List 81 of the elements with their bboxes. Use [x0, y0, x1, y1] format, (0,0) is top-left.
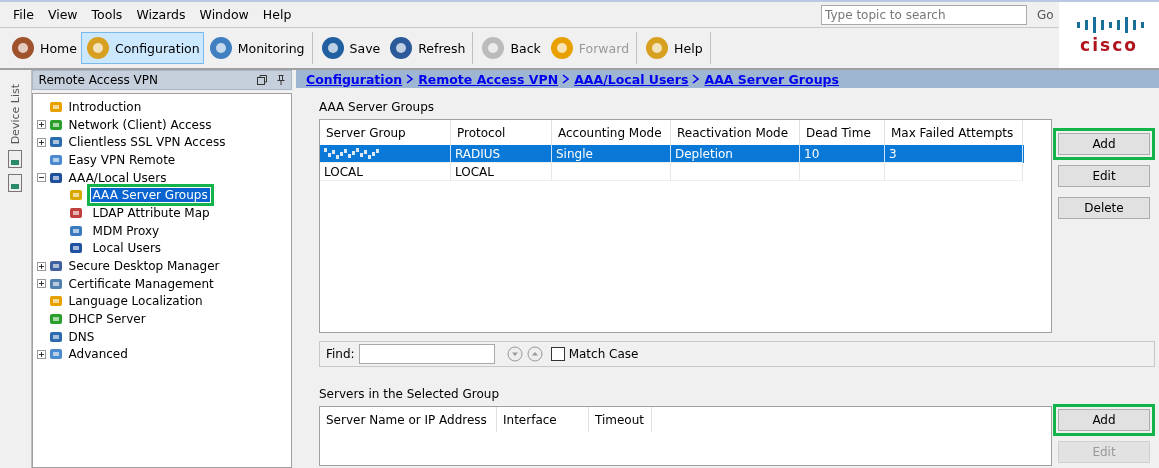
action-button[interactable]: Delete: [1058, 197, 1150, 220]
table-cell: RADIUS: [455, 146, 501, 161]
tree-item[interactable]: MDM Proxy: [90, 223, 162, 238]
checkbox-label: Match Case: [568, 347, 639, 362]
menu-item[interactable]: Help: [255, 7, 299, 22]
expand-toggle[interactable]: [36, 120, 46, 130]
tree-item[interactable]: Local Users: [90, 241, 164, 256]
chevron-icon: [562, 74, 571, 85]
table-cell: Single: [556, 146, 593, 161]
expand-toggle[interactable]: [36, 137, 46, 147]
toolbar-button[interactable]: Refresh: [384, 32, 470, 64]
find-label: Find:: [326, 347, 355, 362]
toolbar-button[interactable]: Help: [640, 32, 707, 64]
tree-item[interactable]: LDAP Attribute Map: [90, 205, 212, 220]
menu-item[interactable]: Tools: [84, 7, 130, 22]
tool-icon: [548, 35, 575, 61]
menu-item[interactable]: View: [40, 7, 85, 22]
tool-icon: [644, 35, 671, 61]
restore-icon[interactable]: [257, 75, 267, 85]
table-row[interactable]: RADIUS Single Depletion 10 3: [320, 145, 1024, 164]
column-header[interactable]: Server Name or IP Address: [320, 407, 497, 432]
breadcrumb-link[interactable]: Remote Access VPN: [418, 71, 559, 87]
device-list-tab[interactable]: Device List: [8, 84, 22, 145]
tree-item[interactable]: DHCP Server: [66, 312, 148, 327]
column-header[interactable]: Interface: [497, 407, 589, 432]
expand-toggle[interactable]: [36, 173, 46, 183]
action-button[interactable]: Add: [1058, 133, 1150, 156]
panel-title: Remote Access VPN: [38, 73, 159, 87]
menu-item[interactable]: File: [6, 7, 41, 22]
tree-item[interactable]: Advanced: [66, 347, 130, 362]
go-button[interactable]: Go: [1031, 6, 1059, 23]
breadcrumb-link[interactable]: Configuration: [306, 71, 403, 87]
tool-icon: [480, 35, 507, 61]
table-cell: 10: [804, 146, 820, 161]
section-title: AAA Server Groups: [319, 100, 436, 115]
tree-item[interactable]: Secure Desktop Manager: [66, 259, 222, 274]
tree-item[interactable]: AAA/Local Users: [66, 170, 169, 185]
match-case-checkbox[interactable]: [550, 347, 565, 362]
tool-icon: [84, 35, 111, 61]
logo-text: cisco: [1080, 35, 1138, 55]
find-field[interactable]: [358, 344, 495, 365]
table-cell: Depletion: [675, 146, 733, 161]
pin-icon[interactable]: [277, 75, 285, 85]
section-title: Servers in the Selected Group: [319, 387, 501, 401]
expand-toggle[interactable]: [36, 279, 46, 289]
tree-item[interactable]: Certificate Management: [66, 276, 216, 291]
table-cell: LOCAL: [324, 164, 363, 179]
toolbar-button[interactable]: Save: [315, 32, 385, 64]
tree-item[interactable]: AAA Server Groups: [90, 188, 210, 203]
toolbar-button[interactable]: Back: [476, 32, 545, 64]
tree-item[interactable]: DNS: [66, 329, 97, 344]
device-icon: [8, 150, 23, 169]
action-button[interactable]: Edit: [1058, 165, 1150, 188]
menu-item[interactable]: Window: [192, 7, 256, 22]
chevron-icon: [406, 74, 415, 85]
device-icon: [8, 174, 23, 193]
column-header[interactable]: Timeout: [589, 407, 652, 432]
expand-toggle[interactable]: [36, 261, 46, 271]
tool-icon: [319, 35, 346, 61]
table-cell: 3: [889, 146, 897, 161]
toolbar-button[interactable]: Home: [6, 32, 81, 64]
toolbar-button[interactable]: Configuration: [80, 32, 204, 64]
search-field[interactable]: Type topic to search: [821, 4, 1027, 25]
tool-icon: [10, 35, 36, 61]
tree-item[interactable]: Language Localization: [66, 294, 205, 309]
menu-item[interactable]: Wizards: [129, 7, 193, 22]
tree-item[interactable]: Network (Client) Access: [66, 117, 214, 132]
breadcrumb-link[interactable]: AAA/Local Users: [574, 71, 689, 87]
table-row[interactable]: LOCAL LOCAL: [320, 163, 1024, 182]
table-cell: LOCAL: [455, 164, 494, 179]
tree-item[interactable]: Easy VPN Remote: [66, 152, 178, 167]
action-button[interactable]: Add: [1058, 409, 1150, 431]
tool-icon: [388, 35, 415, 61]
chevron-icon: [692, 74, 701, 85]
breadcrumb-link[interactable]: AAA Server Groups: [704, 71, 839, 87]
expand-toggle[interactable]: [36, 349, 46, 359]
tree-item[interactable]: Introduction: [66, 99, 144, 114]
logo-bars-icon: [1074, 15, 1144, 35]
tool-icon: [207, 35, 234, 61]
tree-item[interactable]: Clientless SSL VPN Access: [66, 135, 228, 150]
toolbar-button[interactable]: Monitoring: [203, 32, 309, 64]
